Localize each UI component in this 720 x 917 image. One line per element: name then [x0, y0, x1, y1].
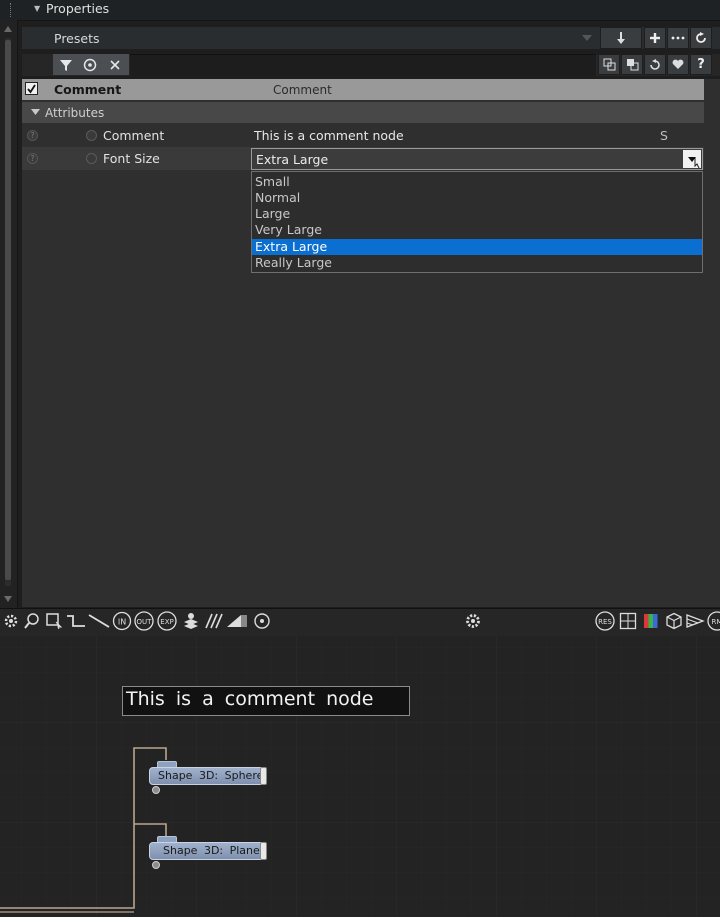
refresh-icon [696, 32, 706, 43]
favorite-button[interactable] [667, 54, 689, 75]
dropdown-option-extra-large[interactable]: Extra Large [252, 238, 702, 255]
in-toggle-icon[interactable]: IN [111, 610, 133, 632]
dropdown-option-small[interactable]: Small [252, 174, 702, 190]
chevron-down-icon [688, 157, 700, 168]
node-output-port[interactable] [260, 842, 267, 860]
scroll-up-icon[interactable] [4, 24, 12, 34]
heart-icon [672, 59, 684, 69]
target-filter-button[interactable] [79, 54, 101, 75]
help-icon[interactable]: ? [27, 130, 38, 141]
filter-toggle-button[interactable] [55, 54, 77, 75]
animate-circle-icon[interactable] [86, 153, 97, 164]
animate-circle-icon[interactable] [86, 130, 97, 141]
close-icon [110, 59, 120, 70]
checkmark-icon [27, 84, 36, 94]
help-button[interactable]: ? [690, 54, 712, 75]
dropdown-option-very-large[interactable]: Very Large [252, 222, 702, 238]
grid-header-row [22, 79, 704, 100]
revert-button[interactable] [644, 54, 666, 75]
more-options-button[interactable] [667, 27, 689, 49]
panel-grip-handle[interactable] [10, 3, 14, 17]
font-size-selected-value: Extra Large [256, 152, 329, 167]
toolbar-in-label: IN [118, 618, 126, 627]
panel-title: Properties [46, 1, 110, 16]
presets-label: Presets [54, 31, 100, 46]
help-icon[interactable]: ? [27, 153, 38, 164]
layers-stack-icon[interactable] [180, 610, 202, 632]
plus-icon [650, 33, 660, 43]
collapse-triangle-icon[interactable]: ▼ [34, 4, 40, 13]
render-mode-icon[interactable]: RM [706, 610, 720, 632]
properties-panel-header: ▼ Properties [0, 0, 720, 21]
node-instance-name[interactable]: Comment [273, 83, 332, 97]
resolution-icon[interactable]: RES [594, 610, 616, 632]
toolbar-exp-label: EXP [160, 618, 173, 626]
download-preset-button[interactable] [600, 27, 642, 49]
attributes-group-label: Attributes [45, 106, 105, 120]
render-stack-icon[interactable] [685, 610, 707, 632]
toolbar-rm-label: RM [712, 618, 720, 626]
node-type-name: Comment [54, 82, 122, 97]
paste-icon [626, 59, 638, 71]
grid-view-icon[interactable] [617, 610, 639, 632]
property-label-comment: Comment [103, 128, 165, 143]
node-label: Shape 3D: Plane [163, 844, 260, 857]
toolbar-out-label: OUT [137, 618, 153, 626]
undo-icon [650, 58, 660, 70]
comment-value-field[interactable]: This is a comment node [254, 128, 404, 143]
combobox-dropdown-button[interactable] [683, 150, 701, 168]
node-gear-icon[interactable] [152, 786, 160, 794]
scroll-down-icon[interactable] [4, 594, 12, 604]
select-rect-icon[interactable] [43, 610, 65, 632]
dropdown-option-really-large[interactable]: Really Large [252, 255, 702, 271]
ramp-icon[interactable] [226, 610, 248, 632]
scrollbar-thumb[interactable] [5, 40, 11, 580]
comment-extra-indicator: S [660, 128, 668, 143]
paste-button[interactable] [621, 54, 643, 75]
out-toggle-icon[interactable]: OUT [133, 610, 155, 632]
step-wire-icon[interactable] [65, 610, 87, 632]
enable-checkbox[interactable] [25, 82, 38, 95]
question-mark-icon: ? [697, 57, 705, 72]
node-output-port[interactable] [260, 767, 267, 785]
dropdown-option-normal[interactable]: Normal [252, 190, 702, 206]
clear-filter-button[interactable] [104, 54, 126, 75]
attributes-group-row[interactable] [22, 102, 704, 123]
dropdown-option-large[interactable]: Large [252, 206, 702, 222]
filter-input[interactable] [130, 54, 596, 76]
zoom-lasso-icon[interactable] [21, 610, 43, 632]
property-label-font-size: Font Size [103, 151, 160, 166]
diagonal-wire-icon[interactable] [88, 610, 110, 632]
copy-button[interactable] [598, 54, 620, 75]
expand-triangle-icon[interactable] [31, 108, 40, 116]
toolbar-res-label: RES [598, 618, 612, 626]
node-gear-icon[interactable] [152, 861, 160, 869]
ellipsis-icon [671, 36, 685, 40]
comment-node-text: This is a comment node [126, 688, 374, 710]
hatch-pattern-icon[interactable] [203, 610, 225, 632]
reset-preset-button[interactable] [690, 27, 712, 49]
cube-3d-icon[interactable] [663, 610, 685, 632]
color-channels-icon[interactable] [640, 610, 662, 632]
settings-gear-icon[interactable] [0, 610, 22, 632]
exp-toggle-icon[interactable]: EXP [156, 610, 178, 632]
target-icon [83, 58, 97, 71]
node-label: Shape 3D: Sphere [158, 769, 264, 782]
arrow-down-icon [617, 32, 625, 44]
funnel-icon [60, 59, 72, 71]
view-center-icon[interactable] [251, 610, 273, 632]
add-preset-button[interactable] [644, 27, 666, 49]
presets-dropdown-chevron-icon[interactable] [581, 33, 593, 43]
copy-icon [603, 58, 615, 71]
graph-settings-gear-icon[interactable] [462, 610, 484, 632]
